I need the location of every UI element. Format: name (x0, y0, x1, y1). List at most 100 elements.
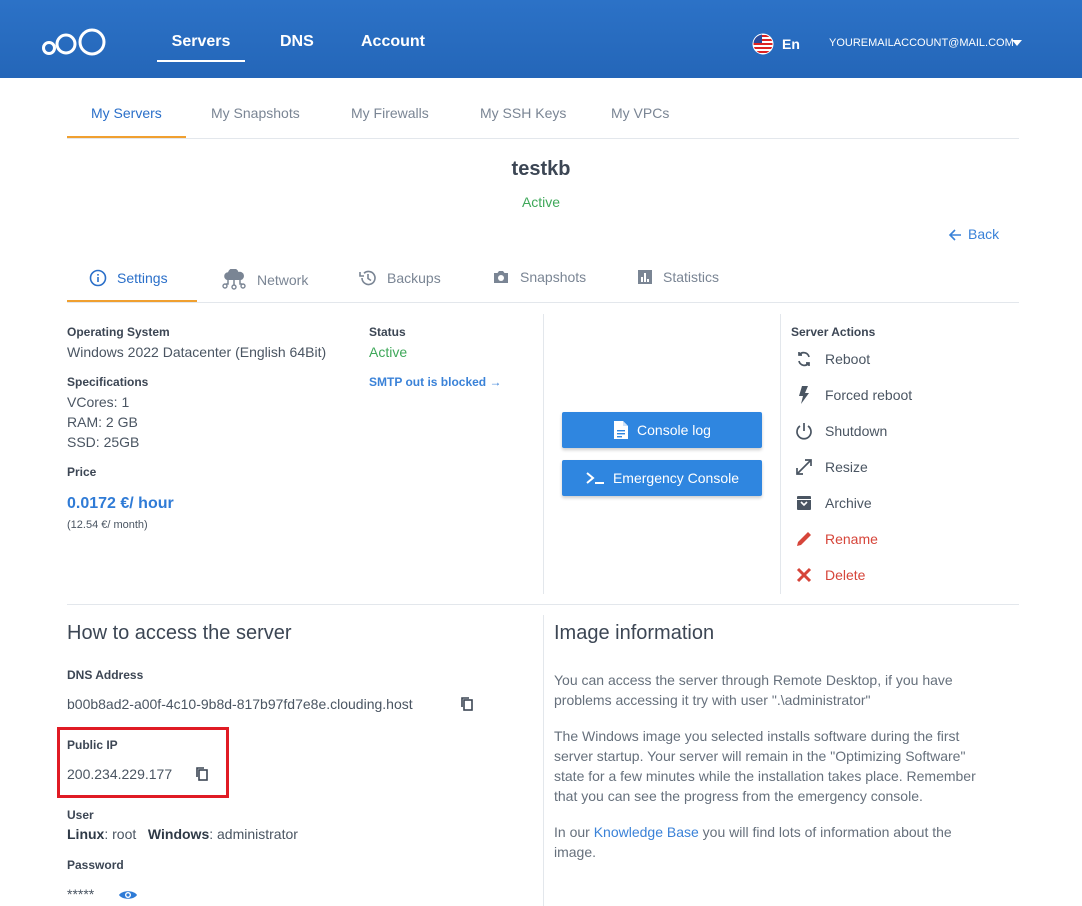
forced-reboot-action[interactable]: Forced reboot (794, 385, 912, 405)
camera-icon (494, 271, 508, 283)
public-ip-label: Public IP (67, 738, 118, 752)
tab-settings[interactable]: Settings (89, 269, 168, 287)
us-flag-icon[interactable] (752, 33, 774, 55)
dns-address-label: DNS Address (67, 668, 144, 682)
top-navigation-bar: Servers DNS Account En YOUREMAILACCOUNT@… (0, 0, 1082, 78)
arrow-left-icon (948, 229, 961, 241)
shutdown-action[interactable]: Shutdown (794, 421, 887, 441)
tab-snapshots[interactable]: Snapshots (492, 269, 586, 285)
tab-network-label: Network (257, 272, 309, 288)
resize-action[interactable]: Resize (794, 457, 868, 477)
document-icon (614, 421, 629, 439)
console-log-label: Console log (637, 422, 711, 438)
linux-user: : root (104, 826, 137, 842)
archive-label: Archive (825, 495, 872, 511)
spec-ram: RAM: 2 GB (67, 414, 138, 430)
windows-user: : administrator (209, 826, 298, 842)
spec-vcores: VCores: 1 (67, 394, 130, 410)
console-log-button[interactable]: Console log (562, 412, 762, 448)
windows-label: Windows (147, 826, 210, 842)
user-label: User (67, 808, 94, 822)
refresh-icon (798, 351, 810, 367)
access-title: How to access the server (67, 622, 292, 644)
info-icon (89, 269, 107, 287)
password-value: ***** (67, 886, 95, 902)
divider (543, 615, 544, 906)
smtp-blocked-link[interactable]: SMTP out is blocked → (369, 375, 501, 389)
tab-statistics[interactable]: Statistics (637, 269, 719, 285)
language-selector[interactable]: En (782, 36, 800, 52)
os-label: Operating System (67, 325, 170, 339)
clouding-logo[interactable] (42, 27, 108, 57)
os-value: Windows 2022 Datacenter (English 64Bit) (67, 344, 327, 360)
pencil-icon (797, 532, 811, 546)
terminal-icon (586, 472, 604, 484)
tab-my-servers[interactable]: My Servers (91, 105, 162, 121)
rename-label: Rename (825, 531, 878, 547)
power-icon (796, 423, 812, 440)
server-status: Active (521, 194, 561, 210)
back-link[interactable]: Back (948, 226, 999, 242)
divider (543, 314, 544, 594)
status-value: Active (369, 344, 408, 360)
bar-chart-icon (638, 270, 652, 284)
server-detail-tabs: Settings Network Backups Snapshots Stati… (67, 257, 1019, 303)
tab-my-firewalls[interactable]: My Firewalls (351, 105, 429, 121)
tab-snapshots-label: Snapshots (520, 269, 587, 285)
price-per-month: (12.54 €/ month) (67, 519, 148, 531)
account-email[interactable]: YOUREMAILACCOUNT@MAIL.COM (829, 37, 1014, 49)
nav-servers[interactable]: Servers (157, 0, 245, 78)
reboot-label: Reboot (825, 351, 871, 367)
archive-action[interactable]: Archive (794, 493, 872, 513)
reboot-action[interactable]: Reboot (794, 349, 870, 369)
nav-dns[interactable]: DNS (280, 0, 314, 78)
nav-dns-label: DNS (280, 33, 314, 50)
password-label: Password (67, 858, 124, 872)
kb-text-before: In our (554, 824, 594, 840)
section-divider (67, 604, 1019, 605)
chevron-down-icon[interactable] (1012, 40, 1022, 46)
delete-label: Delete (825, 567, 866, 583)
status-label: Status (369, 325, 406, 339)
spec-ssd: SSD: 25GB (67, 434, 140, 450)
image-info-paragraph-2: The Windows image you selected installs … (554, 728, 976, 804)
cloud-network-icon (222, 269, 246, 290)
divider (780, 314, 781, 594)
copy-icon[interactable] (460, 696, 474, 712)
dns-address-value: b00b8ad2-a00f-4c10-9b8d-817b97fd7e8e.clo… (67, 696, 413, 712)
nav-servers-label: Servers (171, 33, 231, 50)
delete-action[interactable]: Delete (794, 565, 865, 585)
tab-network[interactable]: Network (221, 269, 308, 291)
active-tab-underline (67, 136, 186, 138)
rename-action[interactable]: Rename (794, 529, 878, 549)
nav-active-underline (157, 60, 245, 62)
nav-account-label: Account (361, 33, 425, 50)
server-name: testkb (511, 158, 571, 180)
nav-account[interactable]: Account (361, 0, 425, 78)
price-label: Price (67, 465, 97, 479)
specifications-label: Specifications (67, 375, 149, 389)
forced-reboot-label: Forced reboot (825, 387, 913, 403)
user-credentials: Linux: root Windows: administrator (67, 826, 298, 842)
price-per-hour: 0.0172 €/ hour (67, 495, 174, 512)
lightning-icon (799, 386, 809, 404)
eye-icon[interactable] (118, 888, 138, 902)
copy-icon[interactable] (195, 766, 209, 782)
active-tab-underline (67, 300, 197, 302)
tab-statistics-label: Statistics (663, 269, 720, 285)
tab-my-vpcs[interactable]: My VPCs (611, 105, 669, 121)
tab-my-snapshots[interactable]: My Snapshots (211, 105, 300, 121)
emergency-console-button[interactable]: Emergency Console (562, 460, 762, 496)
server-actions-title: Server Actions (791, 325, 876, 339)
back-label: Back (968, 226, 1000, 242)
image-info-title: Image information (554, 622, 715, 644)
history-icon (359, 270, 376, 286)
tab-backups[interactable]: Backups (359, 269, 441, 287)
resize-arrows-icon (796, 459, 812, 475)
knowledge-base-link[interactable]: Knowledge Base (594, 824, 699, 840)
archive-box-icon (797, 496, 811, 510)
resize-label: Resize (825, 459, 868, 475)
tab-my-ssh-keys[interactable]: My SSH Keys (480, 105, 566, 121)
image-info-paragraph-3: In our Knowledge Base you will find lots… (554, 822, 994, 862)
public-ip-value: 200.234.229.177 (67, 766, 173, 782)
